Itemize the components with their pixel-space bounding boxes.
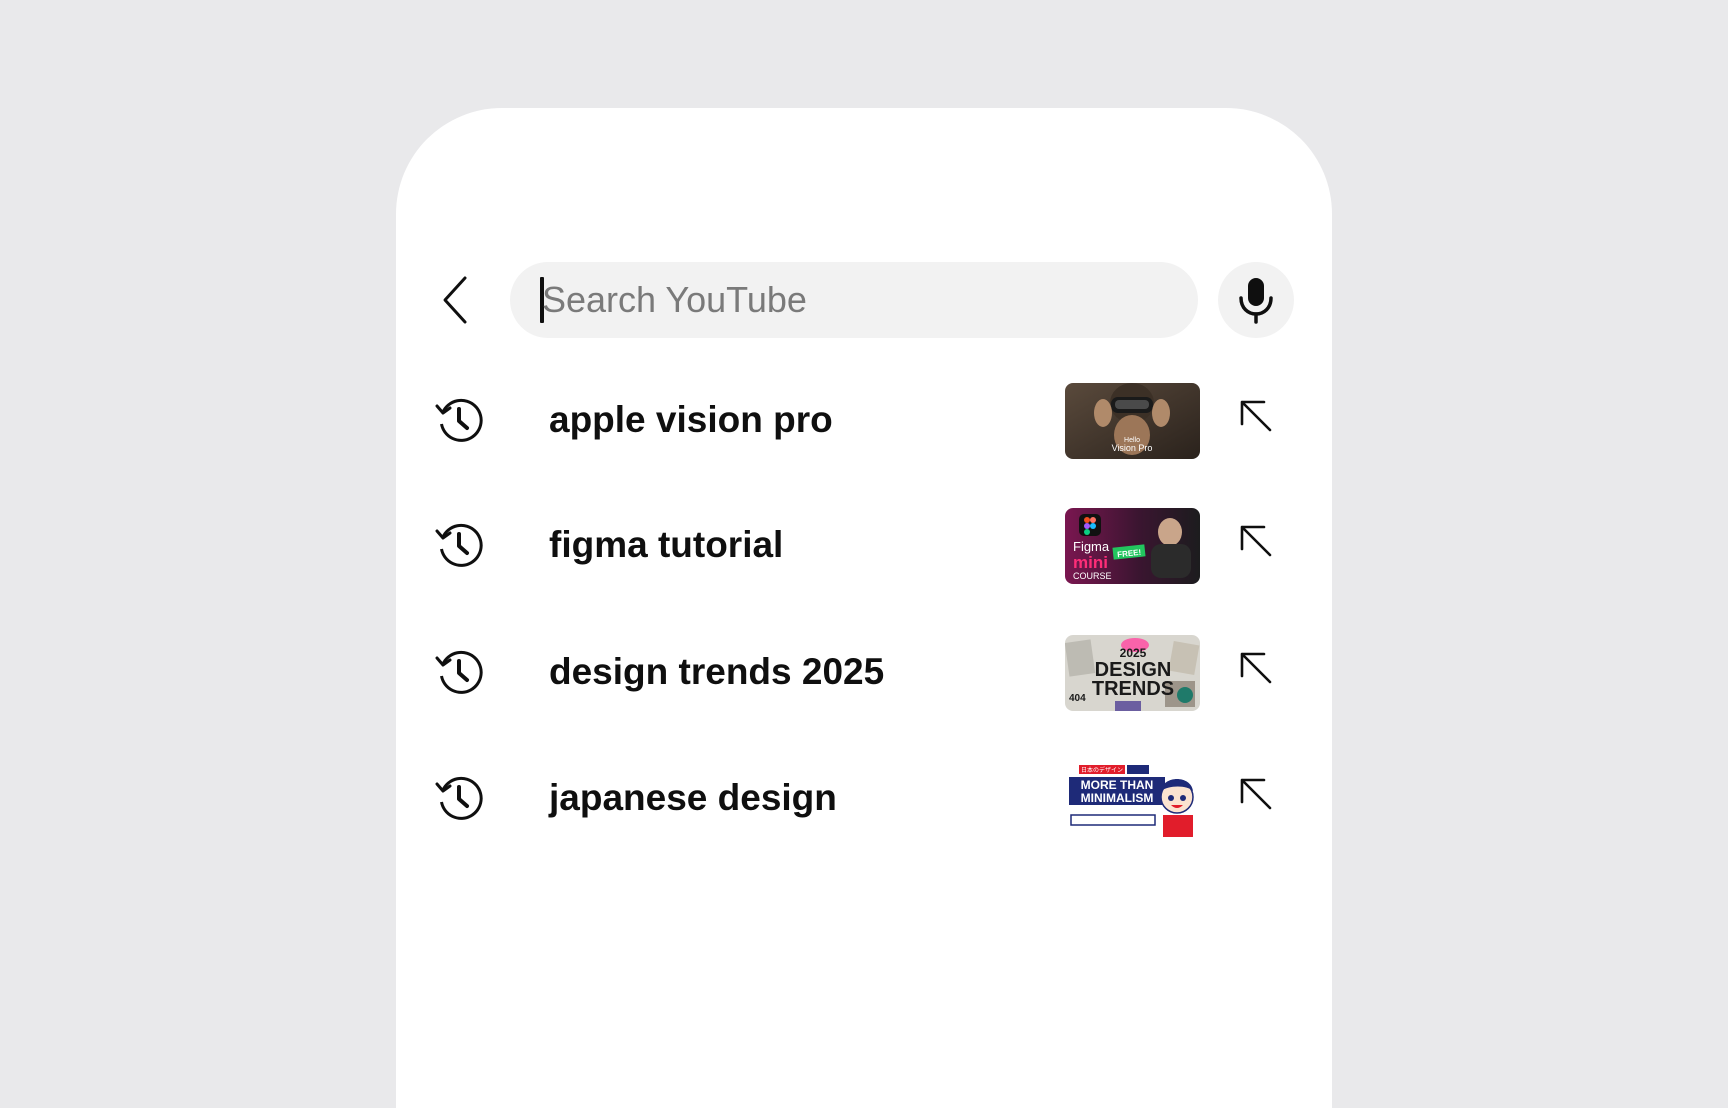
- arrow-up-left-icon: [1240, 525, 1272, 557]
- thumb-text: 日本のデザイン: [1081, 766, 1123, 774]
- arrow-up-left-icon: [1240, 652, 1272, 684]
- search-field[interactable]: [510, 262, 1198, 338]
- thumb-text: MORE THAN: [1081, 778, 1154, 792]
- fill-query-button[interactable]: [1234, 519, 1278, 563]
- suggestion-label: japanese design: [549, 777, 837, 818]
- thumb-text: COURSE: [1073, 571, 1112, 581]
- thumb-text: TRENDS: [1092, 678, 1174, 700]
- history-icon: [435, 650, 483, 694]
- chevron-left-icon: [443, 276, 467, 324]
- history-item-design-trends-2025[interactable]: design trends 2025 2025 DESIGN TRENDS 40…: [396, 632, 1332, 712]
- thumb-text: 404: [1069, 693, 1086, 704]
- video-thumbnail: 2025 DESIGN TRENDS 404: [1065, 635, 1200, 711]
- phone-screen: apple vision pro He: [396, 108, 1332, 1108]
- search-input[interactable]: [542, 270, 1142, 330]
- thumb-text: mini: [1073, 553, 1108, 572]
- voice-search-button[interactable]: [1218, 262, 1294, 338]
- history-icon: [435, 523, 483, 567]
- search-bar: [396, 262, 1332, 338]
- thumb-text: Vision Pro: [1112, 443, 1153, 453]
- thumb-text: 2025: [1120, 646, 1147, 660]
- fill-query-button[interactable]: [1234, 394, 1278, 438]
- fill-query-button[interactable]: [1234, 772, 1278, 816]
- arrow-up-left-icon: [1240, 778, 1272, 810]
- history-item-figma-tutorial[interactable]: figma tutorial Figma FREE! mini COURSE: [396, 505, 1332, 585]
- video-thumbnail: 日本のデザイン MORE THAN MINIMALISM: [1065, 761, 1200, 837]
- suggestion-label: design trends 2025: [549, 651, 885, 692]
- microphone-icon: [1239, 278, 1273, 324]
- video-thumbnail: Hello Vision Pro: [1065, 383, 1200, 459]
- thumb-text: Figma: [1073, 539, 1110, 554]
- history-item-apple-vision-pro[interactable]: apple vision pro Hello Vision Pro: [396, 380, 1332, 460]
- suggestion-label: apple vision pro: [549, 399, 833, 440]
- thumb-text: MINIMALISM: [1081, 791, 1154, 805]
- history-item-japanese-design[interactable]: japanese design 日本のデザイン MORE THAN MINIMA…: [396, 758, 1332, 838]
- arrow-up-left-icon: [1240, 400, 1272, 432]
- back-button[interactable]: [426, 270, 486, 330]
- history-icon: [435, 776, 483, 820]
- suggestion-label: figma tutorial: [549, 524, 784, 565]
- video-thumbnail: Figma FREE! mini COURSE: [1065, 508, 1200, 584]
- fill-query-button[interactable]: [1234, 646, 1278, 690]
- history-icon: [435, 398, 483, 442]
